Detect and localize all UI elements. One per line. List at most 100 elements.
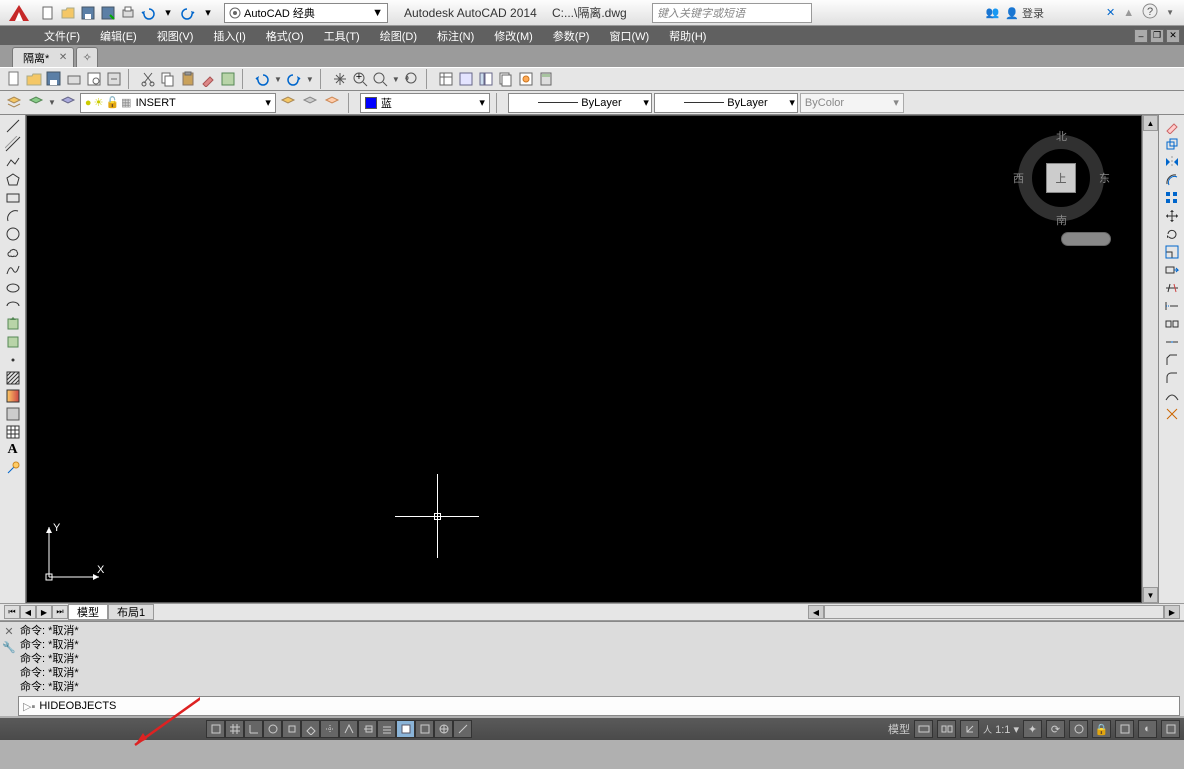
- qat-save-icon[interactable]: [78, 3, 98, 23]
- sb-lock[interactable]: 🔒: [1092, 720, 1111, 738]
- copy-icon[interactable]: [158, 69, 178, 89]
- scroll-right-icon[interactable]: ▶: [1164, 605, 1180, 619]
- menu-draw[interactable]: 绘图(D): [370, 28, 427, 44]
- app-logo[interactable]: [4, 2, 34, 24]
- sb-quickview-d[interactable]: [937, 720, 956, 738]
- search-input[interactable]: 键入关键字或短语: [652, 3, 812, 23]
- zoom-win-icon[interactable]: [370, 69, 390, 89]
- qcalc-icon[interactable]: [536, 69, 556, 89]
- mirror-icon[interactable]: [1161, 153, 1183, 171]
- ltab-prev-icon[interactable]: ◀: [20, 605, 36, 619]
- zoom-dd[interactable]: ▼: [390, 75, 402, 84]
- spline-icon[interactable]: [2, 261, 24, 279]
- redo-icon[interactable]: [284, 69, 304, 89]
- sb-ortho[interactable]: [244, 720, 263, 738]
- table-icon[interactable]: [2, 423, 24, 441]
- redo-dd[interactable]: ▼: [304, 75, 316, 84]
- layerstates-dd[interactable]: ▼: [48, 98, 56, 107]
- arc-icon[interactable]: [2, 207, 24, 225]
- sb-clean[interactable]: [1161, 720, 1180, 738]
- cmd-config-icon[interactable]: 🔧: [2, 640, 16, 654]
- layeriso-icon[interactable]: [322, 93, 342, 113]
- stretch-icon[interactable]: [1161, 261, 1183, 279]
- copy2-icon[interactable]: [1161, 135, 1183, 153]
- ltab-first-icon[interactable]: ⏮: [4, 605, 20, 619]
- qat-open-icon[interactable]: [58, 3, 78, 23]
- sb-3dosnap[interactable]: [301, 720, 320, 738]
- infocenter-icon[interactable]: 👥: [986, 6, 1000, 19]
- qat-redo-dd-icon[interactable]: ▾: [198, 3, 218, 23]
- rectangle-icon[interactable]: [2, 189, 24, 207]
- exchange-icon[interactable]: ✕: [1106, 6, 1115, 19]
- menu-param[interactable]: 参数(P): [543, 28, 600, 44]
- layerfilter-icon[interactable]: [58, 93, 78, 113]
- new-icon[interactable]: [4, 69, 24, 89]
- mdi-restore[interactable]: ❐: [1150, 29, 1164, 43]
- sb-grid[interactable]: [225, 720, 244, 738]
- pan-icon[interactable]: [330, 69, 350, 89]
- menu-insert[interactable]: 插入(I): [203, 28, 255, 44]
- paste-icon[interactable]: [178, 69, 198, 89]
- menu-dim[interactable]: 标注(N): [427, 28, 484, 44]
- layer-dropdown[interactable]: ●☀🔓▦ INSERT ▾: [80, 93, 276, 113]
- cut-icon[interactable]: [138, 69, 158, 89]
- xline-icon[interactable]: [2, 135, 24, 153]
- scale-icon[interactable]: [1161, 243, 1183, 261]
- viewcube-menu[interactable]: [1061, 232, 1111, 246]
- pline-icon[interactable]: [2, 153, 24, 171]
- polygon-icon[interactable]: [2, 171, 24, 189]
- linetype-dropdown[interactable]: ByLayer ▾: [508, 93, 652, 113]
- menu-tools[interactable]: 工具(T): [314, 28, 370, 44]
- insertblock-icon[interactable]: [2, 315, 24, 333]
- save-icon[interactable]: [44, 69, 64, 89]
- addselected-icon[interactable]: [2, 459, 24, 477]
- viewcube[interactable]: 上 北 南 东 西: [1011, 128, 1111, 228]
- sb-polar[interactable]: [263, 720, 282, 738]
- sb-snap[interactable]: [206, 720, 225, 738]
- publish-icon[interactable]: [104, 69, 124, 89]
- layermatch-icon[interactable]: [278, 93, 298, 113]
- menu-file[interactable]: 文件(F): [34, 28, 90, 44]
- sb-am[interactable]: [453, 720, 472, 738]
- viewcube-top[interactable]: 上: [1046, 163, 1076, 193]
- undo-icon[interactable]: [252, 69, 272, 89]
- sb-qp[interactable]: [415, 720, 434, 738]
- sb-quickview-l[interactable]: [914, 720, 933, 738]
- preview-icon[interactable]: [84, 69, 104, 89]
- properties-icon[interactable]: [436, 69, 456, 89]
- open-icon[interactable]: [24, 69, 44, 89]
- sb-ws[interactable]: [1069, 720, 1088, 738]
- layerprops-icon[interactable]: [4, 93, 24, 113]
- ellipse-icon[interactable]: [2, 279, 24, 297]
- matchprop-icon[interactable]: [198, 69, 218, 89]
- sb-lwt[interactable]: [377, 720, 396, 738]
- toolpalettes-icon[interactable]: [476, 69, 496, 89]
- explode-icon[interactable]: [1161, 405, 1183, 423]
- sb-tpy[interactable]: [396, 720, 415, 738]
- sb-osnap[interactable]: [282, 720, 301, 738]
- horizontal-scrollbar[interactable]: ◀ ▶: [808, 605, 1180, 619]
- menu-edit[interactable]: 编辑(E): [90, 28, 147, 44]
- viewcube-south[interactable]: 南: [1056, 212, 1067, 228]
- sb-annauto[interactable]: ⟳: [1046, 720, 1065, 738]
- lineweight-dropdown[interactable]: ByLayer ▾: [654, 93, 798, 113]
- drawing-canvas[interactable]: Y X 上 北 南 东 西: [26, 115, 1142, 603]
- markup-icon[interactable]: [516, 69, 536, 89]
- qat-saveas-icon[interactable]: [98, 3, 118, 23]
- file-tab-close-icon[interactable]: ✕: [59, 52, 67, 63]
- sb-otrack[interactable]: [320, 720, 339, 738]
- help-dd-icon[interactable]: ▼: [1166, 8, 1174, 17]
- undo-dd[interactable]: ▼: [272, 75, 284, 84]
- signin-button[interactable]: 👤 登录: [1005, 5, 1044, 21]
- blockeditor-icon[interactable]: [218, 69, 238, 89]
- point-icon[interactable]: [2, 351, 24, 369]
- join-icon[interactable]: [1161, 333, 1183, 351]
- sb-ducs[interactable]: [339, 720, 358, 738]
- scroll-down-icon[interactable]: ▼: [1143, 587, 1158, 603]
- scroll-left-icon[interactable]: ◀: [808, 605, 824, 619]
- menu-window[interactable]: 窗口(W): [599, 28, 659, 44]
- trim-icon[interactable]: [1161, 279, 1183, 297]
- qat-undo-icon[interactable]: [138, 3, 158, 23]
- revcloud-icon[interactable]: [2, 243, 24, 261]
- menu-help[interactable]: 帮助(H): [659, 28, 716, 44]
